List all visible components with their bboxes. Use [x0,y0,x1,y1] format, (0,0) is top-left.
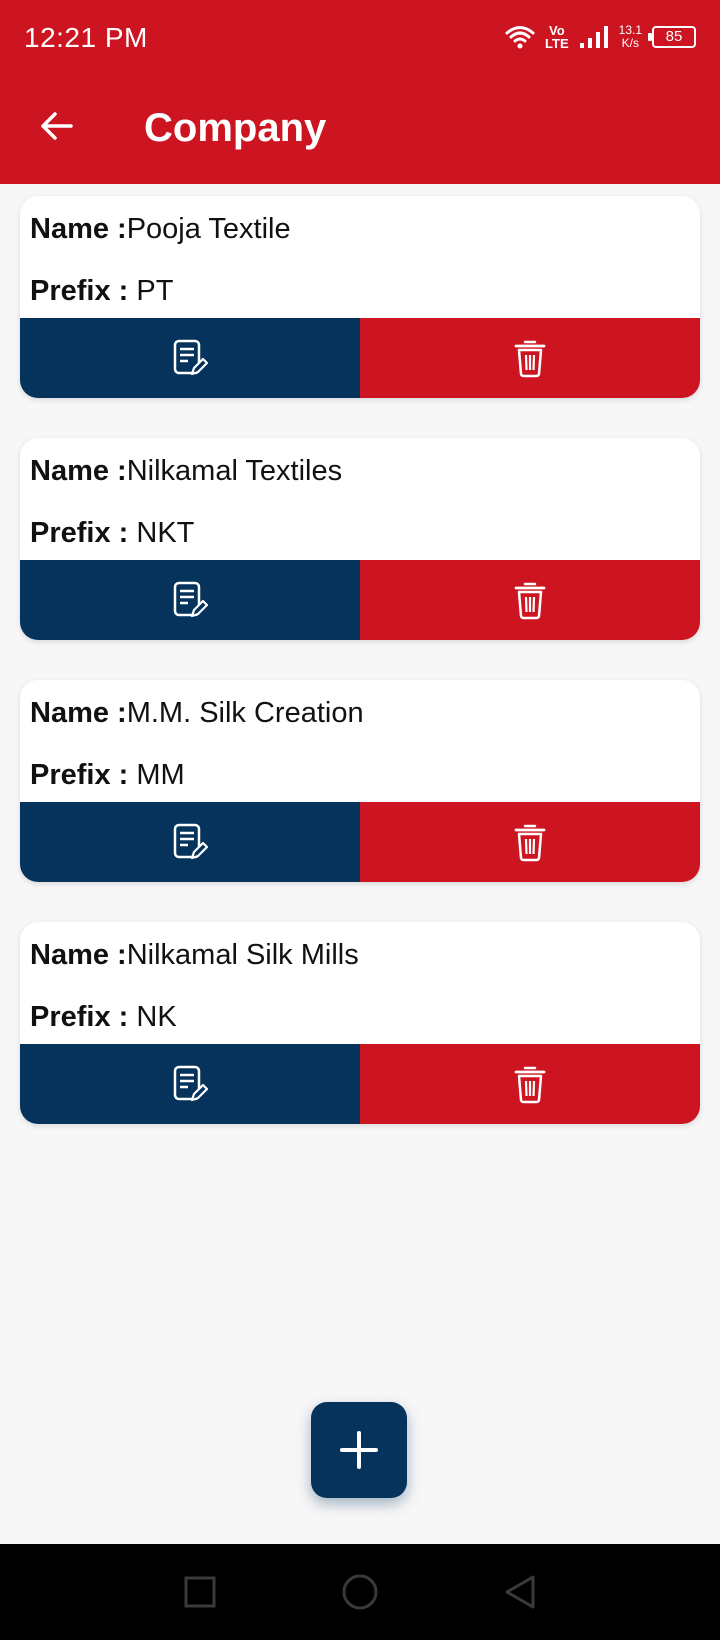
battery-icon: 85 [648,26,696,48]
company-name: Nilkamal Textiles [126,455,343,487]
trash-icon [514,582,546,620]
name-label: Name : [30,939,127,971]
edit-button[interactable] [20,318,360,398]
wifi-icon [505,26,535,49]
delete-button[interactable] [360,802,700,882]
circle-icon [342,1574,378,1610]
edit-button[interactable] [20,560,360,640]
name-row: Name :Pooja Textile [30,212,690,274]
network-speed: 13.1 K/s [618,23,642,50]
name-label: Name : [30,455,127,487]
company-prefix: NK [136,1001,177,1033]
company-list: Name :Pooja Textile Prefix : PT Name:Ni… [20,196,700,1164]
add-company-button[interactable] [311,1402,407,1498]
name-row: Name :M.M. Silk Creation [30,696,690,758]
company-prefix: PT [136,275,174,307]
prefix-label: Prefix : [30,1001,129,1033]
name-label: Name : [30,213,127,245]
name-row: Name :Nilkamal Silk Mills [30,938,690,1000]
name-label: Name : [30,697,127,729]
recent-apps-button[interactable] [172,1564,228,1620]
edit-document-icon [173,823,208,860]
status-time: 12:21 PM [24,22,148,53]
company-prefix: NKT [136,517,195,549]
company-card: Name :M.M. Silk Creation Prefix : MM [20,680,700,882]
page-title: Company [144,106,327,150]
home-button[interactable] [332,1564,388,1620]
name-row: Name :Nilkamal Textiles [30,454,690,516]
triangle-back-icon [505,1575,535,1609]
back-button[interactable] [32,102,80,150]
prefix-label: Prefix : [30,759,129,791]
company-name: Nilkamal Silk Mills [126,939,359,971]
delete-button[interactable] [360,1044,700,1124]
company-card: Name :Nilkamal Textiles Prefix : NKT [20,438,700,640]
square-icon [184,1576,216,1608]
signal-icon [579,26,608,48]
plus-icon [340,1431,378,1469]
system-nav-bar [0,1544,720,1640]
delete-button[interactable] [360,318,700,398]
arrow-left-icon [41,112,73,140]
company-name: Pooja Textile [126,213,291,245]
edit-button[interactable] [20,1044,360,1124]
company-name: M.M. Silk Creation [126,697,364,729]
status-icons: Vo LTE 13.1 K/s 85 [505,20,696,54]
company-card: Name :Pooja Textile Prefix : PT [20,196,700,398]
prefix-label: Prefix : [30,275,129,307]
prefix-label: Prefix : [30,517,129,549]
trash-icon [514,824,546,862]
edit-button[interactable] [20,802,360,882]
edit-document-icon [173,1065,208,1102]
company-prefix: MM [136,759,185,791]
volte-indicator: Vo LTE [545,23,569,51]
app-bar: 12:21 PM Vo LTE 13.1 K/s 85 Company [0,0,720,184]
nav-back-button[interactable] [492,1564,548,1620]
edit-document-icon [173,339,208,376]
trash-icon [514,1066,546,1104]
company-card: Name :Nilkamal Silk Mills Prefix : NK [20,922,700,1124]
trash-icon [514,340,546,378]
edit-document-icon [173,581,208,618]
delete-button[interactable] [360,560,700,640]
